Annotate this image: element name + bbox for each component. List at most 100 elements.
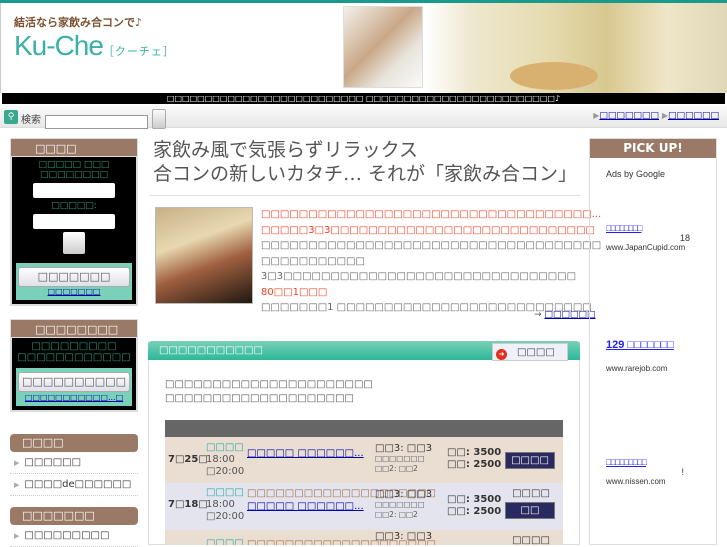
event-title-link[interactable]: □□□□□ □□□□□□... — [247, 501, 364, 512]
menu-item-label: □□□□□□ — [24, 457, 82, 468]
event-table-header — [165, 420, 563, 437]
table-row: 7□25□ □□□□ 18:00 □20:00 □□□□□ □□□□□□... … — [165, 437, 563, 483]
ad-url: www.nissen.com — [606, 477, 666, 486]
price-male: □□: 3500 — [447, 447, 502, 458]
tagline: 結活なら家飲み合コンで♪ — [14, 16, 143, 29]
ad-item: 129 □□□□□□□ www.rarejob.com — [606, 339, 674, 373]
signup-line-1: □□□□□□□□□ — [31, 341, 117, 352]
event-start: 18:00 — [206, 454, 235, 465]
section-description: □□□□□□□□□□□□□□□□□□□□□□ □□□□□□□□□□□□□□□□□… — [165, 378, 373, 406]
table-row: 7□18□ □□□□ 18:00 □20:00 □□□□□□□□□□□□□□□□… — [165, 483, 563, 530]
bullet-icon: ▶ — [14, 481, 20, 489]
event-end: □20:00 — [206, 511, 245, 522]
ratio-sub: □□□□□□□ — [375, 454, 425, 463]
ad-title-link[interactable]: □□□□□□□□□ — [606, 457, 647, 467]
price-male: □□: 3500 — [447, 494, 502, 505]
event-ratio: □□3: □□3 — [375, 443, 433, 454]
announcement-bar: □□□□□□□□□□□□□□□□□□□□□□□□□□ □□□□□□□□□□□□□… — [2, 93, 725, 104]
event-ratio: □□3: □□3 — [375, 489, 433, 500]
password-label: □□□□□: — [51, 201, 97, 211]
arrow-icon: → — [534, 310, 545, 320]
register-button[interactable]: □□□□□□□ — [18, 267, 130, 287]
logo-text: Ku-Che — [14, 30, 104, 61]
site-logo[interactable]: Ku-Che［クーチェ］ — [14, 30, 175, 62]
page-headline: 家飲み風で気張らずリラックス 合コンの新しいカタチ… それが「家飲み合コン」 — [153, 138, 577, 186]
menu-title: □□□□□□□ — [10, 507, 138, 525]
ad-title-link[interactable]: □□□□□□□□ — [606, 223, 642, 233]
login-prompt-1: □□□□□ □□□ — [38, 160, 110, 170]
login-prompt-2: □□□□□□□□ — [39, 170, 109, 180]
menu-title: □□□□ — [10, 434, 138, 452]
ads-by-google-label: Ads by Google — [606, 169, 666, 179]
search-label: 検索 — [21, 115, 41, 126]
ad-url: www.rarejob.com — [606, 364, 668, 373]
menu-item[interactable]: ▶ □□□□de□□□□□□ — [10, 474, 138, 496]
ad-description: 18 — [679, 233, 690, 243]
intro-line: □□□□□□□□□□□□□□□□□□□□□□□□□□□□□□□□□□□□ — [261, 240, 602, 251]
top-link-2[interactable]: □□□□□□ — [668, 111, 719, 121]
event-state: □□□□ — [512, 488, 550, 499]
bullet-icon: ▶ — [14, 532, 20, 540]
intro-line: 3□3□□□□□□□□□□□□□□□□□□□□□□□□□□□□□□□ — [261, 271, 577, 282]
price-female: □□: 2500 — [447, 459, 502, 470]
search-input[interactable] — [45, 115, 148, 129]
arrow-circle-icon: ➜ — [496, 349, 507, 360]
menu-item[interactable]: ▶ □□□□□□ — [10, 452, 138, 474]
ad-item: □□□□□□□□□ ! www.nissen.com — [606, 457, 684, 486]
ratio-sub: □□2: □□2 — [375, 464, 418, 473]
ad-item: □□□□□□□□ 18 www.JapanCupid.com — [606, 223, 690, 252]
detail-button[interactable]: □□ — [505, 502, 555, 519]
top-link-1[interactable]: □□□□□□□ — [599, 111, 659, 121]
event-status: □□□□ — [206, 487, 244, 498]
ad-title-link[interactable]: 129 □□□□□□□ — [606, 339, 674, 351]
header-pizza-image — [510, 62, 598, 90]
login-title: □□□□ — [10, 138, 138, 157]
password-field[interactable] — [33, 214, 115, 229]
desc-line: □□□□□□□□□□□□□□□□□□□□ — [165, 393, 354, 404]
intro-line: □□□□□□□□□□□ — [261, 255, 365, 267]
event-status: □□□□ — [206, 442, 244, 453]
more-link-wrap: → □□□□□□ — [534, 310, 595, 320]
login-id-field[interactable] — [33, 183, 115, 198]
search-button[interactable] — [152, 109, 166, 129]
event-state: □□□□ — [512, 535, 550, 545]
price-female: □□: 2500 — [447, 506, 502, 517]
menu-item[interactable]: ▶ □□□□□□□□□ — [10, 525, 138, 547]
forgot-link[interactable]: □□□□□□□ — [48, 287, 101, 296]
top-links: ▶□□□□□□□ ▶□□□□□□ — [593, 111, 719, 121]
list-button-label: □□□□ — [517, 347, 555, 358]
menu-2: □□□□□□□ ▶ □□□□□□□□□ — [10, 507, 138, 547]
headline-2: 合コンの新しいカタチ… それが「家飲み合コン」 — [153, 163, 578, 185]
more-link[interactable]: □□□□□□ — [544, 310, 595, 320]
header-toast-photo — [343, 6, 423, 88]
divider — [150, 195, 580, 196]
intro-line: 80□□1□□□ — [261, 286, 328, 298]
apply-button[interactable]: □□□□ — [505, 452, 555, 469]
login-box: □□□□ □□□□□ □□□ □□□□□□□□ □□□□□: □□□□□□□ □… — [10, 138, 138, 306]
intro-line: □□□□□3□3□□□□□□□□□□□□□□□□□□□□□□□□□□□□ — [261, 224, 595, 236]
menu-item-label: □□□□□□□□□ — [24, 530, 110, 541]
login-button[interactable] — [63, 232, 85, 254]
intro-line: □□□□□□□□□□□□□□□□□□□□□□□□□□□□□□□□□□□... — [261, 209, 602, 220]
search-icon: ⚲ — [4, 110, 18, 124]
event-date: 7□18□ — [168, 499, 208, 510]
bullet-icon: ▶ — [14, 459, 20, 467]
event-date: 7□25□ — [168, 454, 208, 465]
desc-line: □□□□□□□□□□□□□□□□□□□□□□ — [165, 379, 373, 390]
search-bar: ⚲ 検索 ▶□□□□□□□ ▶□□□□□□ — [0, 106, 727, 129]
list-button[interactable]: ➜ □□□□ — [492, 343, 568, 361]
signup-link[interactable]: □□□□□□□□□□□...□ — [25, 393, 123, 402]
event-title-link[interactable]: □□□□□ □□□□□□... — [247, 448, 364, 459]
ratio-sub: □□2: □□2 — [375, 510, 418, 519]
menu-item-label: □□□□de□□□□□□ — [24, 479, 132, 490]
event-status: □□□□ — [206, 538, 244, 545]
menu-1: □□□□ ▶ □□□□□□ ▶ □□□□de□□□□□□ — [10, 434, 138, 496]
signup-button[interactable]: □□□□□□□□□□ — [18, 372, 130, 392]
party-thumbnail — [155, 207, 253, 304]
logo-subtext: ［クーチェ］ — [102, 46, 175, 58]
event-start: 18:00 — [206, 499, 235, 510]
pickup-title: PICK UP! — [590, 139, 716, 158]
intro-text: □□□□□□□□□□□□□□□□□□□□□□□□□□□□□□□□□□□... □… — [261, 207, 601, 316]
signup-box: □□□□□□□□ □□□□□□□□□ □□□□□□□□□□□□ □□□□□□□□… — [10, 319, 138, 412]
event-end: □20:00 — [206, 466, 245, 477]
